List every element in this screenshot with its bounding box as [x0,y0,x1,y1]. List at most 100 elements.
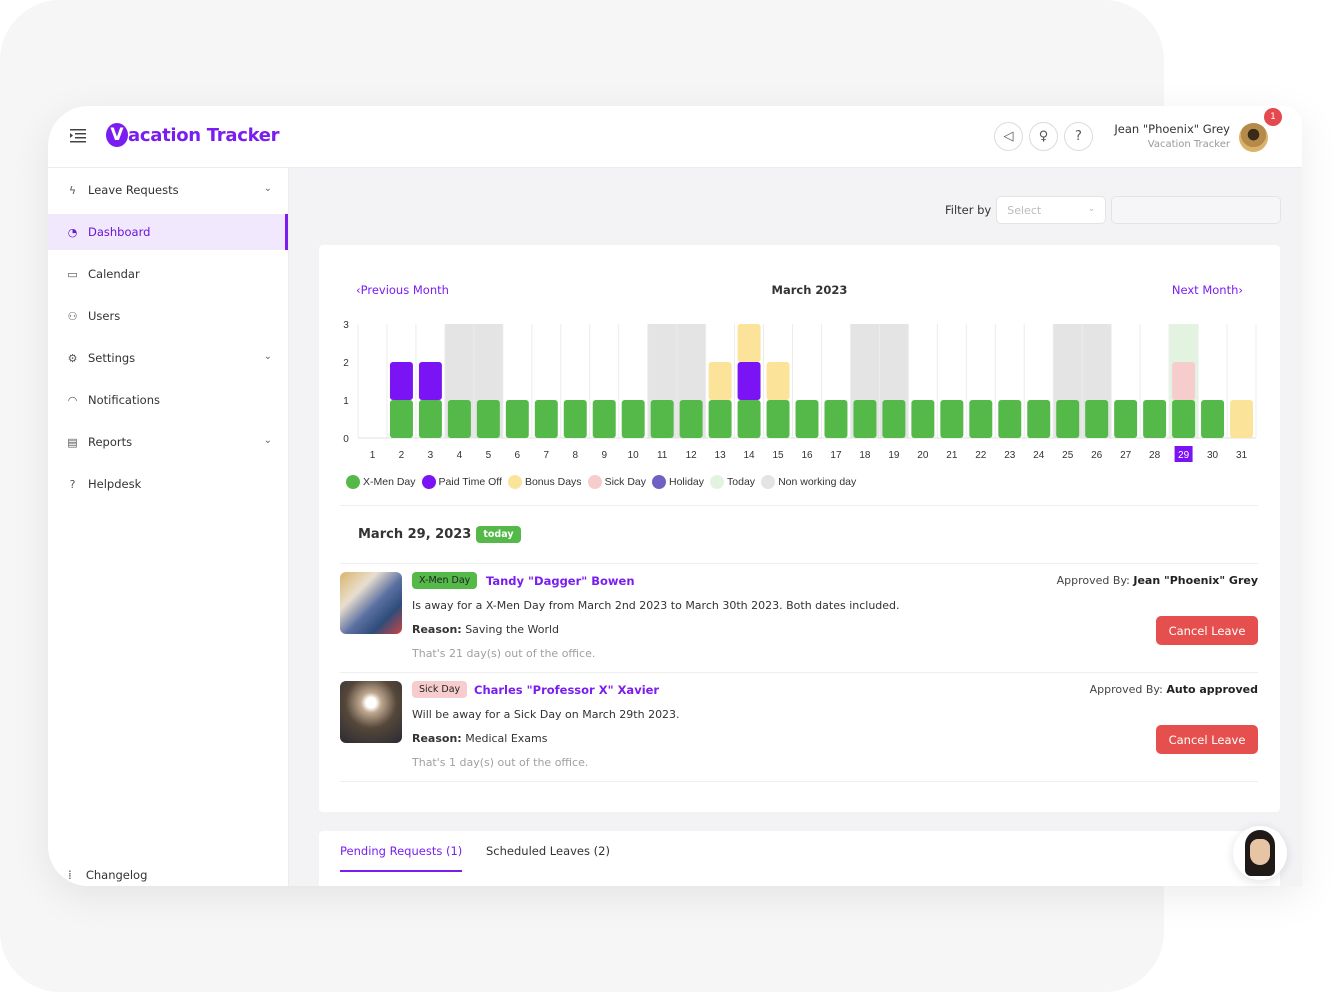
tab-pending-requests[interactable]: Pending Requests (1) [340,844,463,872]
app-logo[interactable]: V acation Tracker [106,123,280,147]
sidebar-item-reports[interactable]: ▤ Reports ⌄ [48,424,288,460]
x-tick-label: 16 [801,450,813,461]
x-tick-label: 10 [628,450,640,461]
sidebar-item-helpdesk[interactable]: ? Helpdesk [48,466,288,502]
leave-reason: Reason: Saving the World [412,623,559,636]
filter-value-input[interactable] [1111,196,1282,224]
today-badge: today [476,526,521,543]
leave-entry: Sick Day Charles "Professor X" Xavier Wi… [340,681,1258,771]
leave-entry: X-Men Day Tandy "Dagger" Bowen Is away f… [340,572,1258,662]
legend-item: Non working day [761,475,856,489]
employee-name-link[interactable]: Charles "Professor X" Xavier [474,683,659,697]
legend-label: Non working day [778,476,857,488]
sidebar-item-settings[interactable]: ⚙ Settings ⌄ [48,340,288,376]
bar-segment-bonus-days [1230,400,1253,438]
bar-segment-x-men-day [505,400,529,438]
selected-date: March 29, 2023 [358,527,472,542]
legend-label: Paid Time Off [438,476,502,488]
legend-swatch [421,475,436,489]
x-tick-label: 18 [859,450,871,461]
sidebar-item-users[interactable]: ⚇ Users [48,298,288,334]
x-tick-label: 28 [1149,450,1161,461]
sidebar-item-leave-requests[interactable]: ϟ Leave Requests ⌄ [48,172,288,208]
y-tick-label: 2 [343,358,349,369]
tab-scheduled-leaves[interactable]: Scheduled Leaves (2) [486,844,610,870]
top-bar: V acation Tracker ◁ ♀ ? Jean "Phoenix" G… [48,106,1302,168]
x-tick-label: 2 [399,450,405,461]
bar-segment-x-men-day [766,400,790,438]
sidebar-item-label: Notifications [88,393,160,407]
bar-segment-x-men-day [708,400,732,438]
bar-segment-x-men-day [940,400,964,438]
bar-segment-x-men-day [418,400,442,438]
filter-label: Filter by [945,203,992,217]
dashboard-icon: ◔ [67,225,78,239]
legend-item: Today [710,475,755,489]
lightbulb-icon[interactable]: ♀ [1029,122,1058,151]
calendar-icon: ▭ [67,267,78,281]
legend-label: Today [727,476,756,488]
sidebar-item-label: Helpdesk [88,477,142,491]
logo-mark: V [106,123,128,147]
sidebar-item-calendar[interactable]: ▭ Calendar [48,256,288,292]
employee-name-link[interactable]: Tandy "Dagger" Bowen [486,574,635,588]
megaphone-icon[interactable]: ◁ [994,122,1023,151]
user-info[interactable]: Jean "Phoenix" Grey Vacation Tracker [1088,122,1230,150]
legend-label: Bonus Days [524,476,582,488]
bar-segment-x-men-day [1085,400,1109,438]
bar-segment-x-men-day [911,400,935,438]
cancel-leave-button[interactable]: Cancel Leave [1156,725,1258,754]
x-tick-label: 25 [1062,450,1074,461]
approved-label: Approved By: [1056,574,1130,587]
x-tick-label: 8 [572,450,578,461]
bar-segment-bonus-days [737,324,761,362]
menu-collapse-icon[interactable] [70,128,88,144]
help-circle-icon: ? [69,477,76,491]
x-tick-label: 24 [1033,450,1045,461]
lightning-icon: ϟ [68,183,77,197]
bar-segment-x-men-day [476,400,500,438]
selected-date-header: March 29, 2023 today [358,526,521,543]
approved-label: Approved By: [1089,683,1163,696]
y-tick-label: 0 [343,434,349,445]
legend-swatch [587,475,602,489]
bell-icon: ◠ [67,393,78,407]
approved-by: Approved By: Jean "Phoenix" Grey [1057,574,1258,587]
changelog-label: Changelog [85,868,148,882]
gear-icon: ⚙ [67,351,78,365]
legend-label: Holiday [669,476,705,488]
calendar-card: ‹Previous Month March 2023 Next Month› 0… [319,245,1280,812]
sidebar-item-dashboard[interactable]: ◔ Dashboard [48,214,288,250]
bar-segment-x-men-day [998,400,1022,438]
x-tick-label: 17 [830,450,842,461]
reason-value: Medical Exams [465,732,548,745]
leave-type-tag: Sick Day [412,681,468,698]
user-avatar[interactable] [1239,123,1268,152]
divider [340,563,1258,564]
x-tick-label: 13 [715,450,727,461]
bar-segment-x-men-day [592,400,616,438]
bar-segment-x-men-day [1027,400,1051,438]
x-tick-label: 29 [1178,450,1190,461]
sidebar-item-changelog[interactable]: ⁞ Changelog [68,864,147,886]
sidebar-item-label: Reports [88,435,133,449]
x-tick-label: 27 [1120,450,1132,461]
reason-label: Reason: [412,732,462,745]
filter-select[interactable]: Select ⌄ [996,196,1107,224]
user-name: Jean "Phoenix" Grey [1114,122,1230,136]
bar-segment-x-men-day [824,400,848,438]
bar-segment-x-men-day [1114,400,1138,438]
sidebar-item-notifications[interactable]: ◠ Notifications [48,382,288,418]
sidebar-item-label: Dashboard [88,225,151,239]
chevron-down-icon: ⌄ [263,351,272,362]
app-window: V acation Tracker ◁ ♀ ? Jean "Phoenix" G… [48,106,1302,886]
x-tick-label: 15 [772,450,784,461]
support-chat-avatar[interactable] [1233,826,1287,880]
next-month-link[interactable]: Next Month› [1172,283,1243,297]
user-thumbnail [340,681,402,743]
cancel-leave-button[interactable]: Cancel Leave [1156,616,1258,645]
bar-segment-x-men-day [679,400,703,438]
legend-label: Sick Day [604,476,646,488]
notification-badge: 1 [1264,108,1282,126]
month-title: March 2023 [771,283,848,297]
